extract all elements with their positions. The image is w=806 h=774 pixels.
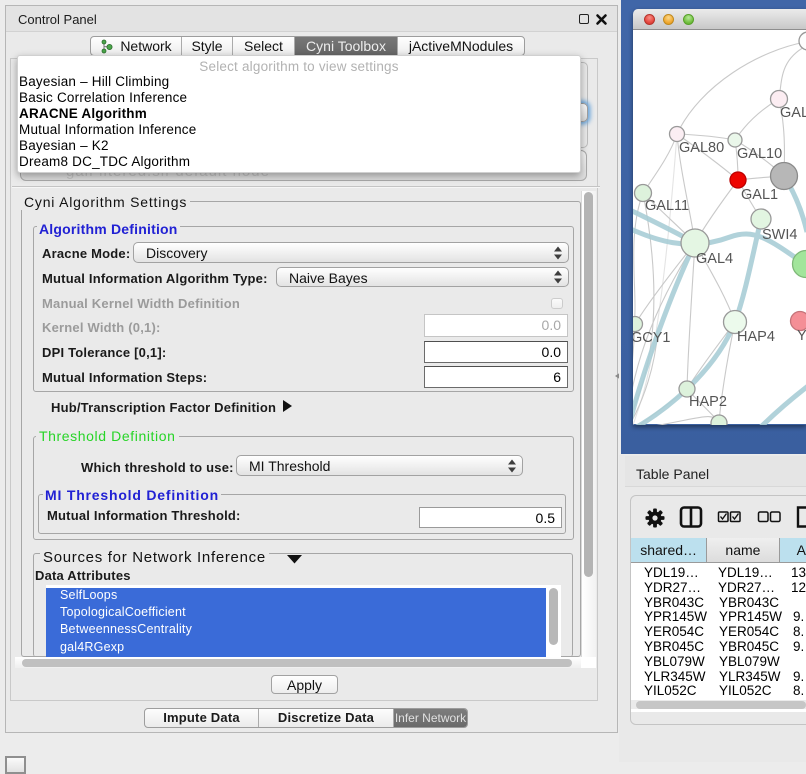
- svg-text:GAL4: GAL4: [696, 251, 733, 267]
- svg-text:HAP4: HAP4: [737, 329, 775, 345]
- svg-text:Y: Y: [797, 328, 806, 344]
- svg-text:GCY1: GCY1: [633, 330, 671, 346]
- svg-text:GAL11: GAL11: [645, 198, 689, 214]
- svg-text:SWI4: SWI4: [762, 227, 797, 243]
- svg-text:GAL1: GAL1: [741, 187, 778, 203]
- svg-text:HAP2: HAP2: [689, 394, 727, 410]
- svg-text:GAL: GAL: [780, 105, 806, 121]
- svg-text:GAL80: GAL80: [679, 140, 724, 156]
- svg-text:GAL10: GAL10: [737, 146, 782, 162]
